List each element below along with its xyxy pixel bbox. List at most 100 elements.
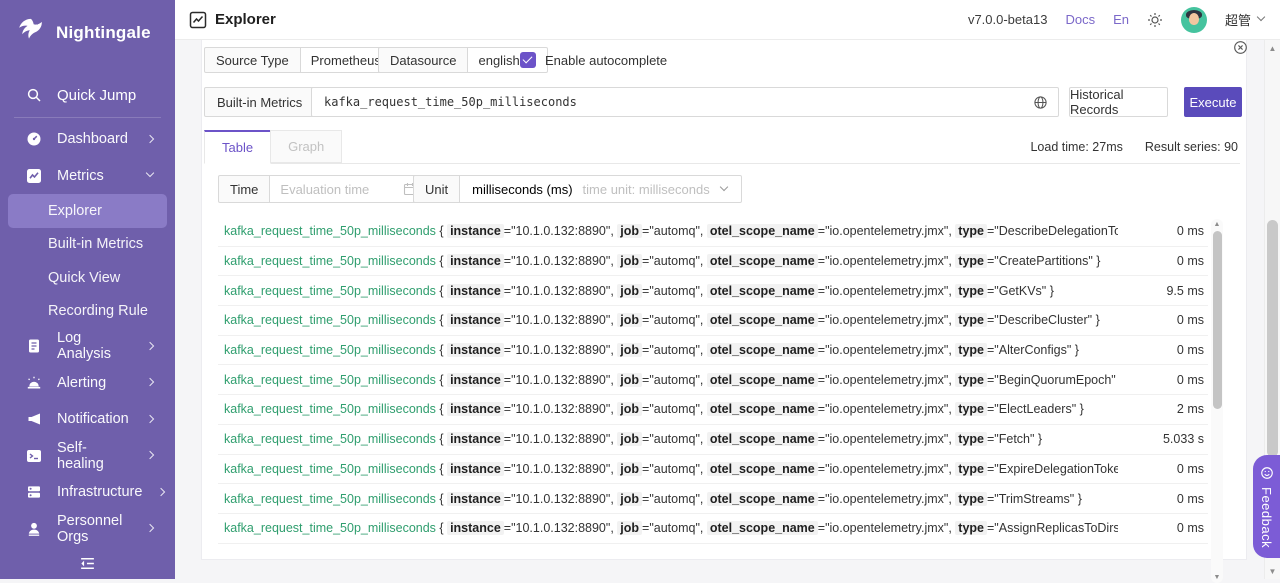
result-series-label: Result series: 90: [1145, 140, 1238, 154]
label-key: otel_scope_name: [707, 284, 818, 298]
label-key: type: [955, 402, 987, 416]
series-labels: kafka_request_time_50p_milliseconds { in…: [218, 432, 1118, 446]
sidebar-item-recording-rule[interactable]: Recording Rule: [8, 295, 167, 329]
label-key: otel_scope_name: [707, 313, 818, 327]
table-scrollbar-thumb[interactable]: [1213, 231, 1222, 409]
label-key: instance: [447, 462, 504, 476]
sidebar-item-label: Self-healing: [57, 440, 131, 472]
label-key: type: [955, 284, 987, 298]
label-key: job: [617, 224, 642, 238]
close-circle-icon[interactable]: [1233, 40, 1248, 55]
page-title-text: Explorer: [215, 11, 276, 28]
sidebar-item-quick-view[interactable]: Quick View: [8, 261, 167, 295]
label-key: type: [955, 254, 987, 268]
unit-select[interactable]: milliseconds (ms) time unit: millisecond…: [460, 175, 742, 203]
sidebar-item-built-in-metrics[interactable]: Built-in Metrics: [8, 228, 167, 262]
avatar[interactable]: [1181, 7, 1207, 33]
label-key: instance: [447, 284, 504, 298]
sun-icon[interactable]: [1147, 12, 1163, 28]
table-row: kafka_request_time_50p_milliseconds { in…: [218, 276, 1208, 306]
label-key: otel_scope_name: [707, 402, 818, 416]
label-key: type: [955, 373, 987, 387]
metric-name: kafka_request_time_50p_milliseconds: [224, 343, 436, 357]
scroll-down-icon[interactable]: ▼: [1211, 572, 1223, 583]
evaluation-time-field[interactable]: Evaluation time: [270, 175, 428, 203]
scroll-up-icon[interactable]: ▲: [1211, 219, 1223, 230]
table-row: kafka_request_time_50p_milliseconds { in…: [218, 217, 1208, 247]
label-key: type: [955, 343, 987, 357]
metric-name: kafka_request_time_50p_milliseconds: [224, 462, 436, 476]
autocomplete-option: Enable autocomplete: [520, 47, 667, 73]
brand-name: Nightingale: [56, 23, 151, 43]
tab-table[interactable]: Table: [204, 130, 271, 164]
line-chart-icon: [189, 11, 207, 29]
metric-query-input[interactable]: [312, 88, 1023, 116]
autocomplete-checkbox[interactable]: [520, 52, 536, 68]
label-key: job: [617, 432, 642, 446]
execute-button[interactable]: Execute: [1184, 87, 1242, 117]
metric-name: kafka_request_time_50p_milliseconds: [224, 402, 436, 416]
datasource-label: Datasource: [378, 47, 468, 73]
sidebar-item-explorer[interactable]: Explorer: [8, 194, 167, 228]
sidebar-item-personnel-orgs[interactable]: Personnel Orgs: [0, 511, 175, 548]
log-analysis-icon: [26, 338, 42, 354]
label-key: instance: [447, 432, 504, 446]
chevron-right-icon: [146, 451, 155, 460]
feedback-button[interactable]: Feedback: [1253, 455, 1280, 558]
language-switch[interactable]: En: [1113, 12, 1129, 27]
metric-value: 0 ms: [1118, 462, 1208, 476]
label-key: job: [617, 313, 642, 327]
user-menu[interactable]: 超管: [1225, 10, 1266, 29]
search-icon: [26, 87, 42, 103]
series-labels: kafka_request_time_50p_milliseconds { in…: [218, 313, 1118, 327]
metric-name: kafka_request_time_50p_milliseconds: [224, 224, 436, 238]
sidebar-collapse-button[interactable]: [0, 555, 175, 572]
tab-graph[interactable]: Graph: [270, 130, 342, 163]
chevron-right-icon: [146, 135, 155, 144]
sidebar-item-label: Log Analysis: [57, 330, 131, 362]
metric-name: kafka_request_time_50p_milliseconds: [224, 313, 436, 327]
version-label: v7.0.0-beta13: [968, 12, 1048, 27]
label-key: type: [955, 224, 987, 238]
label-key: instance: [447, 224, 504, 238]
series-labels: kafka_request_time_50p_milliseconds { in…: [218, 343, 1118, 357]
metric-value: 0 ms: [1118, 224, 1208, 238]
sidebar-item-log-analysis[interactable]: Log Analysis: [0, 328, 175, 365]
sidebar-item-infrastructure[interactable]: Infrastructure: [0, 474, 175, 511]
nightingale-logo-icon: [14, 16, 48, 50]
label-key: instance: [447, 343, 504, 357]
sidebar-item-notification[interactable]: Notification: [0, 401, 175, 438]
sidebar-item-alerting[interactable]: Alerting: [0, 365, 175, 402]
self-healing-icon: [26, 448, 42, 464]
infrastructure-icon: [26, 484, 42, 500]
smiley-icon: [1260, 466, 1274, 480]
label-key: job: [617, 284, 642, 298]
globe-icon[interactable]: [1023, 95, 1058, 110]
table-scrollbar[interactable]: ▲ ▼: [1211, 219, 1223, 583]
label-key: otel_scope_name: [707, 343, 818, 357]
brand: Nightingale: [0, 0, 175, 50]
page-title: Explorer: [189, 11, 276, 29]
evaluation-time-placeholder: Evaluation time: [280, 182, 395, 197]
sidebar-item-label: Dashboard: [57, 131, 131, 147]
sidebar-item-label: Personnel Orgs: [57, 513, 131, 545]
metric-value: 0 ms: [1118, 373, 1208, 387]
unit-filter-group: Unit milliseconds (ms) time unit: millis…: [413, 175, 742, 203]
explorer-panel: Source Type Prometheus Datasource englis…: [201, 40, 1247, 560]
page-scroll-up-icon[interactable]: ▲: [1265, 41, 1280, 55]
sidebar-item-dashboard[interactable]: Dashboard: [0, 121, 175, 158]
historical-records-button[interactable]: Historical Records: [1069, 87, 1168, 117]
label-key: instance: [447, 373, 504, 387]
sidebar-item-self-healing[interactable]: Self-healing: [0, 438, 175, 475]
page-scrollbar-thumb[interactable]: [1267, 220, 1278, 457]
sidebar-item-metrics[interactable]: Metrics: [0, 158, 175, 195]
sidebar: Nightingale Quick Jump Dashboard MetricsE…: [0, 0, 175, 579]
label-key: type: [955, 432, 987, 446]
page-scroll-down-icon[interactable]: ▼: [1265, 564, 1280, 578]
unit-label: Unit: [413, 175, 460, 203]
label-key: job: [617, 521, 642, 535]
docs-link[interactable]: Docs: [1065, 12, 1095, 27]
sidebar-item-quick-jump[interactable]: Quick Jump: [0, 80, 175, 110]
label-key: job: [617, 402, 642, 416]
label-key: type: [955, 521, 987, 535]
